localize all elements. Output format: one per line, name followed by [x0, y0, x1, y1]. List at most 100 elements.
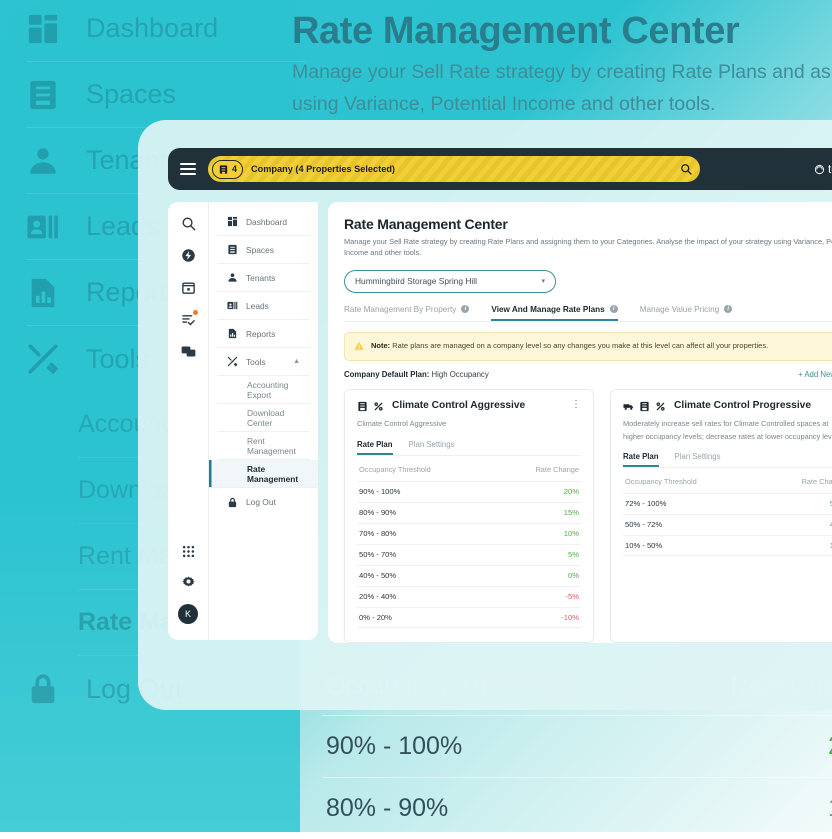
- table-row: 70% - 80%10%: [357, 523, 581, 544]
- change-value: 15%: [828, 794, 832, 823]
- apps-grid-icon[interactable]: [181, 544, 196, 559]
- background-page-title: Rate Management Center: [292, 10, 832, 53]
- property-selector[interactable]: 4 Company (4 Properties Selected): [208, 156, 700, 182]
- lightning-icon[interactable]: [181, 248, 196, 263]
- change-value: 15%: [564, 508, 579, 517]
- card-menu-button[interactable]: ⋮: [571, 400, 581, 410]
- search-icon[interactable]: [680, 163, 692, 175]
- note-body: Rate plans are managed on a company leve…: [392, 341, 768, 350]
- sidebar-item-leads[interactable]: Leads: [217, 292, 310, 320]
- warning-icon: [354, 341, 364, 351]
- col-rate-change: Rate Change: [535, 465, 579, 474]
- card-table-header: Occupancy Threshold Rate Change: [357, 456, 581, 481]
- property-select[interactable]: Hummingbird Storage Spring Hill ▾: [344, 270, 556, 293]
- default-plan: Company Default Plan: High Occupancy: [344, 370, 489, 379]
- tab-rate-management-by-property[interactable]: Rate Management By Property i: [344, 305, 469, 321]
- nav-menu: Dashboard Spaces Tenants Leads Reports T…: [208, 202, 318, 640]
- tab-rate-plan[interactable]: Rate Plan: [357, 440, 393, 455]
- col-occupancy-threshold: Occupancy Threshold: [625, 477, 697, 486]
- tab-bar: Rate Management By Property i View And M…: [344, 305, 832, 322]
- sidebar-item-rate-management[interactable]: Rate Management: [209, 460, 318, 488]
- sidebar-item-download-center[interactable]: Download Center: [217, 404, 310, 432]
- tab-view-and-manage-rate-plans[interactable]: View And Manage Rate Plans i: [491, 305, 617, 321]
- reports-icon: [227, 328, 238, 339]
- info-icon[interactable]: i: [461, 305, 469, 313]
- note-text: Note: Rate plans are managed on a compan…: [371, 340, 832, 353]
- info-icon[interactable]: i: [610, 305, 618, 313]
- sidebar-item-logout[interactable]: Log Out: [217, 488, 310, 516]
- sidebar-item-tenants[interactable]: Tenants: [217, 264, 310, 292]
- threshold-value: 10% - 50%: [625, 541, 662, 550]
- chevron-up-icon[interactable]: ▲: [293, 358, 300, 365]
- table-row: 50% - 70% 5%: [357, 544, 581, 565]
- avatar[interactable]: K: [178, 604, 198, 624]
- gear-icon[interactable]: [181, 574, 196, 589]
- sidebar-item-rent-management[interactable]: Rent Management: [217, 432, 310, 460]
- calendar-icon[interactable]: [181, 280, 196, 295]
- leads-icon: [227, 300, 238, 311]
- sidebar-item-reports[interactable]: Reports: [217, 320, 310, 348]
- add-new-rate-plan-button[interactable]: + Add New Rate P: [798, 370, 832, 379]
- chevron-down-icon: ▾: [541, 277, 545, 285]
- app-topbar: 4 Company (4 Properties Selected) tenan: [168, 148, 832, 190]
- notification-dot: [193, 310, 198, 315]
- threshold-value: 50% - 72%: [625, 520, 662, 529]
- change-value: 20%: [828, 732, 832, 761]
- sidebar-item-dashboard[interactable]: Dashboard: [217, 208, 310, 236]
- sidebar-item-tools[interactable]: Tools ▲: [217, 348, 310, 376]
- sidebar-item-label: Tenants: [246, 273, 275, 283]
- tenants-icon: [26, 144, 60, 178]
- sidebar-item-label: Log Out: [246, 497, 276, 507]
- table-row: 0% - 20%-10%: [357, 607, 581, 628]
- hamburger-icon[interactable]: [180, 163, 196, 175]
- rate-plan-cards: Climate Control Aggressive ⋮ Climate Con…: [344, 389, 832, 643]
- info-icon[interactable]: i: [724, 305, 732, 313]
- card-icons: [623, 400, 666, 412]
- tab-label: View And Manage Rate Plans: [491, 305, 604, 314]
- tab-plan-settings[interactable]: Plan Settings: [675, 452, 721, 467]
- change-value: 5%: [568, 550, 579, 559]
- threshold-value: 50% - 70%: [359, 550, 396, 559]
- chat-icon[interactable]: [181, 344, 196, 359]
- sidebar-item-label: Dashboard: [246, 217, 287, 227]
- table-row: 50% - 72%40%: [623, 514, 832, 535]
- card-title: Climate Control Aggressive: [392, 400, 566, 413]
- card-tab-bar: Rate Plan Plan Settings: [357, 440, 581, 456]
- background-page-subtitle-line2: using Variance, Potential Income and oth…: [292, 91, 832, 117]
- threshold-value: 20% - 40%: [359, 592, 396, 601]
- tab-rate-plan[interactable]: Rate Plan: [623, 452, 659, 467]
- tab-manage-value-pricing[interactable]: Manage Value Pricing i: [640, 305, 733, 321]
- dashboard-icon: [26, 12, 60, 46]
- sidebar-item-label: Rate Management: [247, 464, 318, 484]
- search-icon[interactable]: [181, 216, 196, 231]
- page-title: Rate Management Center: [344, 216, 832, 232]
- default-plan-value: High Occupancy: [432, 370, 489, 379]
- table-row: 10% - 50%10%: [623, 535, 832, 556]
- brand-logo: tenan: [814, 162, 832, 176]
- sidebar-item-label: Tools: [246, 357, 266, 367]
- tenants-icon: [227, 272, 238, 283]
- change-value: 20%: [564, 487, 579, 496]
- background-table-row: 80% - 90% 15%: [322, 777, 832, 839]
- brand-name: tenan: [828, 162, 832, 176]
- tab-plan-settings[interactable]: Plan Settings: [409, 440, 455, 455]
- sidebar-item-spaces[interactable]: Spaces: [217, 236, 310, 264]
- sidebar-item-label: Rent Management: [247, 436, 310, 456]
- threshold-value: 72% - 100%: [625, 499, 666, 508]
- bg-nav-label: Spaces: [86, 79, 176, 110]
- truck-icon: [623, 401, 634, 412]
- sidebar-item-accounting-export[interactable]: Accounting Export: [217, 376, 310, 404]
- app-body: K Dashboard Spaces Tenants Leads: [168, 202, 832, 643]
- bg-nav-item-dashboard: Dashboard: [26, 0, 306, 62]
- tasks-icon[interactable]: [181, 312, 196, 327]
- lock-icon: [227, 497, 238, 508]
- building-icon: [218, 164, 229, 175]
- card-description: Moderately increase sell rates for Clima…: [623, 418, 832, 442]
- background-table-row: 90% - 100% 20%: [322, 715, 832, 777]
- lock-icon: [26, 672, 60, 706]
- card-description: Climate Control Aggressive: [357, 418, 581, 430]
- property-select-value: Hummingbird Storage Spring Hill: [355, 276, 477, 286]
- table-row: 72% - 100%50%: [623, 493, 832, 514]
- tab-label: Manage Value Pricing: [640, 305, 720, 314]
- percent-icon: [655, 401, 666, 412]
